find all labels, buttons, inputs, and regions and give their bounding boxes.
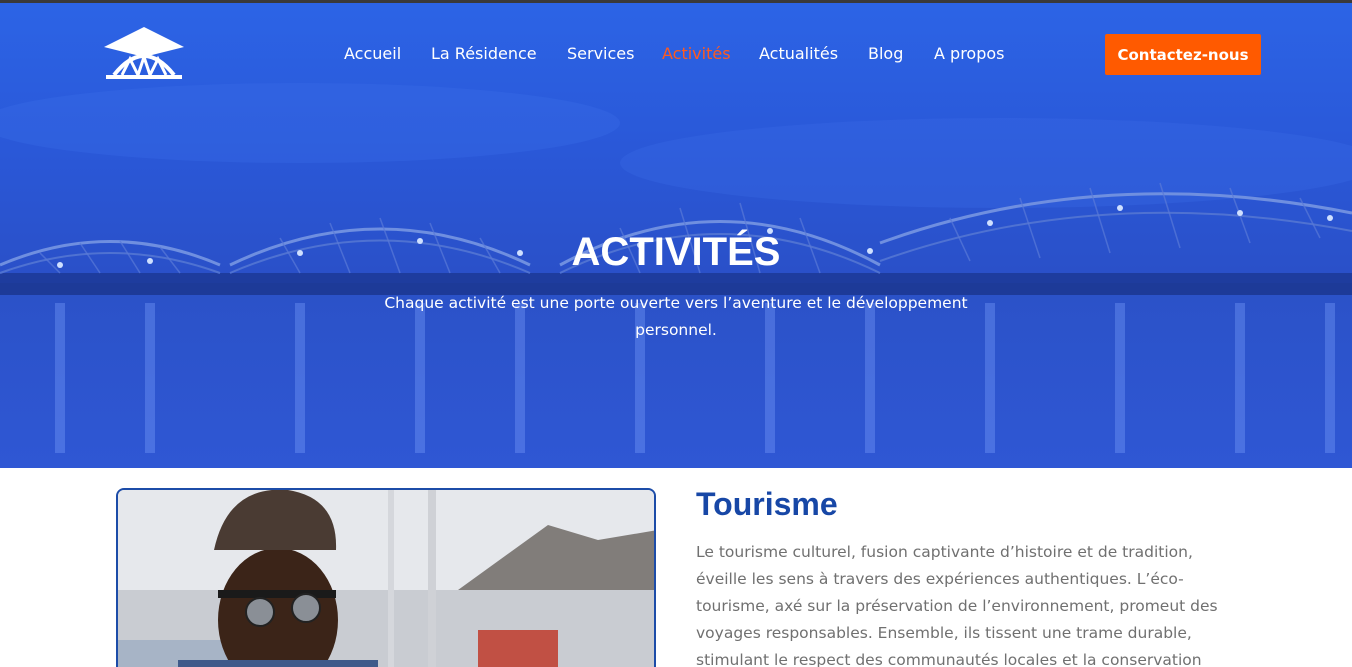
nav-services[interactable]: Services bbox=[567, 41, 634, 67]
nav-activites[interactable]: Activités bbox=[662, 41, 731, 67]
section-description: Le tourisme culturel, fusion captivante … bbox=[696, 543, 1218, 667]
hero-subtitle: Chaque activité est une porte ouverte ve… bbox=[384, 294, 968, 339]
nav-accueil[interactable]: Accueil bbox=[344, 41, 401, 67]
nav-a-propos[interactable]: A propos bbox=[934, 41, 1004, 67]
page-title: ACTIVITÉS bbox=[571, 230, 781, 274]
nav-la-residence[interactable]: La Résidence bbox=[431, 41, 537, 67]
nav-blog[interactable]: Blog bbox=[868, 41, 903, 67]
tourism-photo bbox=[116, 488, 656, 667]
section-title-tourisme: Tourisme bbox=[696, 486, 838, 522]
hero-banner: Accueil La Résidence Services Activités … bbox=[0, 3, 1352, 468]
contact-button[interactable]: Contactez-nous bbox=[1105, 34, 1261, 75]
nav-actualites[interactable]: Actualités bbox=[759, 41, 838, 67]
man-with-hat-image bbox=[118, 490, 654, 667]
